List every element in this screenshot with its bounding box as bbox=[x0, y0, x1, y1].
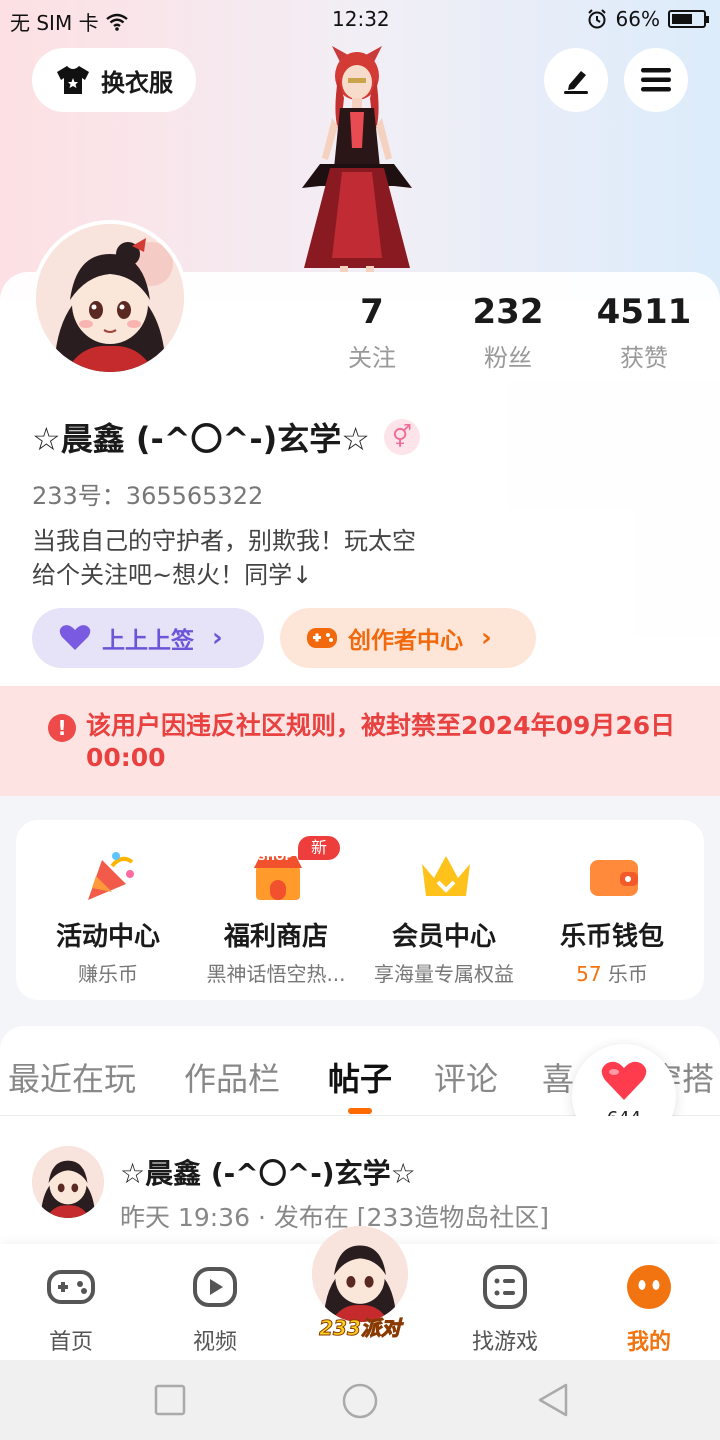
recent-apps-icon[interactable] bbox=[154, 1384, 186, 1416]
avatar-illustration bbox=[36, 224, 184, 372]
stat-fans-label: 粉丝 bbox=[484, 344, 532, 372]
wallet-icon bbox=[590, 860, 638, 896]
status-bar: 无 SIM 卡 12:32 66% bbox=[0, 0, 720, 38]
stat-likes-value: 4511 bbox=[596, 292, 692, 332]
nav-party-label[interactable]: 233派对 bbox=[300, 1312, 420, 1341]
tab-active-indicator bbox=[348, 1108, 372, 1114]
stat-fans[interactable]: 232 粉丝 bbox=[448, 292, 568, 373]
chevron-right-icon: › bbox=[481, 623, 492, 653]
shirt-icon bbox=[57, 66, 89, 94]
menu-activity-center[interactable]: 活动中心 赚乐币 bbox=[22, 820, 194, 1000]
creator-center-button[interactable]: 创作者中心 › bbox=[280, 608, 536, 668]
outfit-label: 换衣服 bbox=[101, 68, 173, 97]
stat-likes-label: 获赞 bbox=[620, 344, 668, 372]
heart-icon bbox=[59, 625, 91, 650]
stat-likes[interactable]: 4511 获赞 bbox=[584, 292, 704, 373]
battery-percent: 66% bbox=[615, 7, 660, 31]
stat-following-label: 关注 bbox=[348, 344, 396, 372]
menu-activity-title: 活动中心 bbox=[55, 922, 160, 952]
feature-menu-card: 活动中心 赚乐币 SHOP 福利商店 黑神话悟空热... 新 会员中心 享海量专… bbox=[16, 820, 704, 1000]
wifi-icon bbox=[105, 13, 128, 31]
bio-line-2: 给个关注吧~想火！同学↓ bbox=[32, 561, 313, 589]
username: ☆晨鑫 (-^〇^-)玄学☆ bbox=[32, 420, 370, 458]
nav-home-label: 首页 bbox=[48, 1330, 93, 1355]
tab-recent-play[interactable]: 最近在玩 bbox=[8, 1054, 136, 1100]
home-icon[interactable] bbox=[341, 1382, 379, 1420]
bio-line-1: 当我自己的守护者，别欺我！玩太空 bbox=[32, 527, 416, 555]
nav-find-games-label: 找游戏 bbox=[471, 1330, 538, 1355]
menu-shop-subtitle: 黑神话悟空热... bbox=[206, 962, 346, 986]
fortune-sign-label: 上上上签 bbox=[102, 628, 194, 654]
nav-mine-label: 我的 bbox=[626, 1330, 671, 1355]
nav-find-games[interactable]: 找游戏 bbox=[450, 1262, 560, 1356]
fortune-sign-button[interactable]: 上上上签 › bbox=[32, 608, 264, 668]
status-left: 无 SIM 卡 bbox=[10, 7, 129, 36]
edit-profile-button[interactable] bbox=[544, 48, 608, 112]
menu-coin-wallet[interactable]: 乐币钱包 57 乐币 bbox=[526, 820, 698, 1000]
user-id: 233号：365565322 bbox=[32, 482, 264, 510]
warning-icon: ! bbox=[48, 714, 76, 742]
tab-works[interactable]: 作品栏 bbox=[184, 1054, 280, 1100]
heart-icon bbox=[601, 1061, 647, 1100]
party-popper-icon bbox=[88, 852, 134, 900]
pen-icon bbox=[564, 71, 588, 94]
avatar-3d-character[interactable] bbox=[282, 38, 432, 274]
nav-video[interactable]: 视频 bbox=[160, 1262, 270, 1356]
bio: 当我自己的守护者，别欺我！玩太空 给个关注吧~想火！同学↓ bbox=[32, 524, 416, 592]
nav-mine[interactable]: 我的 bbox=[594, 1262, 704, 1356]
battery-icon bbox=[668, 10, 709, 28]
system-nav-bar bbox=[0, 1360, 720, 1440]
post-item[interactable]: ☆晨鑫 (-^〇^-)玄学☆ 昨天 19:36 · 发布在 [233造物岛社区] bbox=[0, 1116, 720, 1244]
nav-home[interactable]: 首页 bbox=[16, 1262, 126, 1356]
gamepad-icon bbox=[307, 628, 337, 648]
menu-vip-subtitle: 享海量专属权益 bbox=[374, 962, 514, 986]
ban-notice: ! 该用户因违反社区规则，被封禁至2024年09月26日 00:00 bbox=[0, 686, 720, 796]
shop-sign-text: SHOP bbox=[258, 850, 293, 863]
post-author-avatar[interactable] bbox=[32, 1146, 104, 1218]
gender-badge: ⚥ bbox=[383, 419, 420, 455]
hamburger-icon bbox=[641, 68, 671, 92]
carrier-text: 无 SIM 卡 bbox=[10, 11, 99, 35]
battery-level bbox=[672, 14, 692, 24]
profile-face-icon bbox=[627, 1265, 671, 1309]
menu-shop-title: 福利商店 bbox=[223, 922, 328, 952]
menu-vip-center[interactable]: 会员中心 享海量专属权益 bbox=[358, 820, 530, 1000]
new-badge: 新 bbox=[298, 836, 340, 860]
chevron-right-icon: › bbox=[212, 623, 223, 653]
crown-icon bbox=[422, 856, 470, 896]
tab-comments[interactable]: 评论 bbox=[434, 1054, 498, 1100]
menu-wallet-title: 乐币钱包 bbox=[559, 922, 664, 952]
nav-party-avatar[interactable] bbox=[312, 1226, 408, 1322]
ban-notice-text: 该用户因违反社区规则，被封禁至2024年09月26日 00:00 bbox=[86, 711, 676, 772]
stat-fans-value: 232 bbox=[472, 292, 544, 332]
list-icon bbox=[483, 1265, 527, 1309]
clock-text: 12:32 bbox=[332, 7, 390, 31]
avatar-illustration bbox=[32, 1146, 104, 1218]
gender-symbol: ⚥ bbox=[392, 424, 412, 450]
menu-button[interactable] bbox=[624, 48, 688, 112]
nav-video-label: 视频 bbox=[192, 1330, 237, 1355]
post-author-name[interactable]: ☆晨鑫 (-^〇^-)玄学☆ bbox=[120, 1152, 416, 1192]
party-avatar-illustration bbox=[312, 1226, 408, 1322]
tab-likes[interactable]: 喜 bbox=[542, 1054, 574, 1100]
wallet-balance: 57 bbox=[576, 962, 602, 986]
post-meta: 昨天 19:36 · 发布在 [233造物岛社区] bbox=[120, 1203, 550, 1232]
gamepad-icon bbox=[47, 1270, 95, 1304]
status-right: 66% bbox=[586, 7, 709, 31]
creator-center-label: 创作者中心 bbox=[348, 628, 463, 654]
video-play-icon bbox=[193, 1267, 237, 1307]
alarm-icon bbox=[587, 9, 606, 29]
tab-posts[interactable]: 帖子 bbox=[328, 1054, 392, 1100]
username-row: ☆晨鑫 (-^〇^-)玄学☆ ⚥ bbox=[32, 414, 420, 460]
wallet-unit: 乐币 bbox=[601, 962, 648, 986]
menu-vip-title: 会员中心 bbox=[391, 922, 496, 952]
profile-avatar[interactable] bbox=[32, 220, 188, 376]
stat-following-value: 7 bbox=[360, 292, 384, 332]
stat-following[interactable]: 7 关注 bbox=[312, 292, 432, 373]
menu-activity-subtitle: 赚乐币 bbox=[78, 962, 138, 986]
change-outfit-button[interactable]: 换衣服 bbox=[32, 48, 196, 112]
menu-wallet-subtitle: 57 乐币 bbox=[526, 958, 698, 987]
back-icon[interactable] bbox=[536, 1382, 570, 1418]
